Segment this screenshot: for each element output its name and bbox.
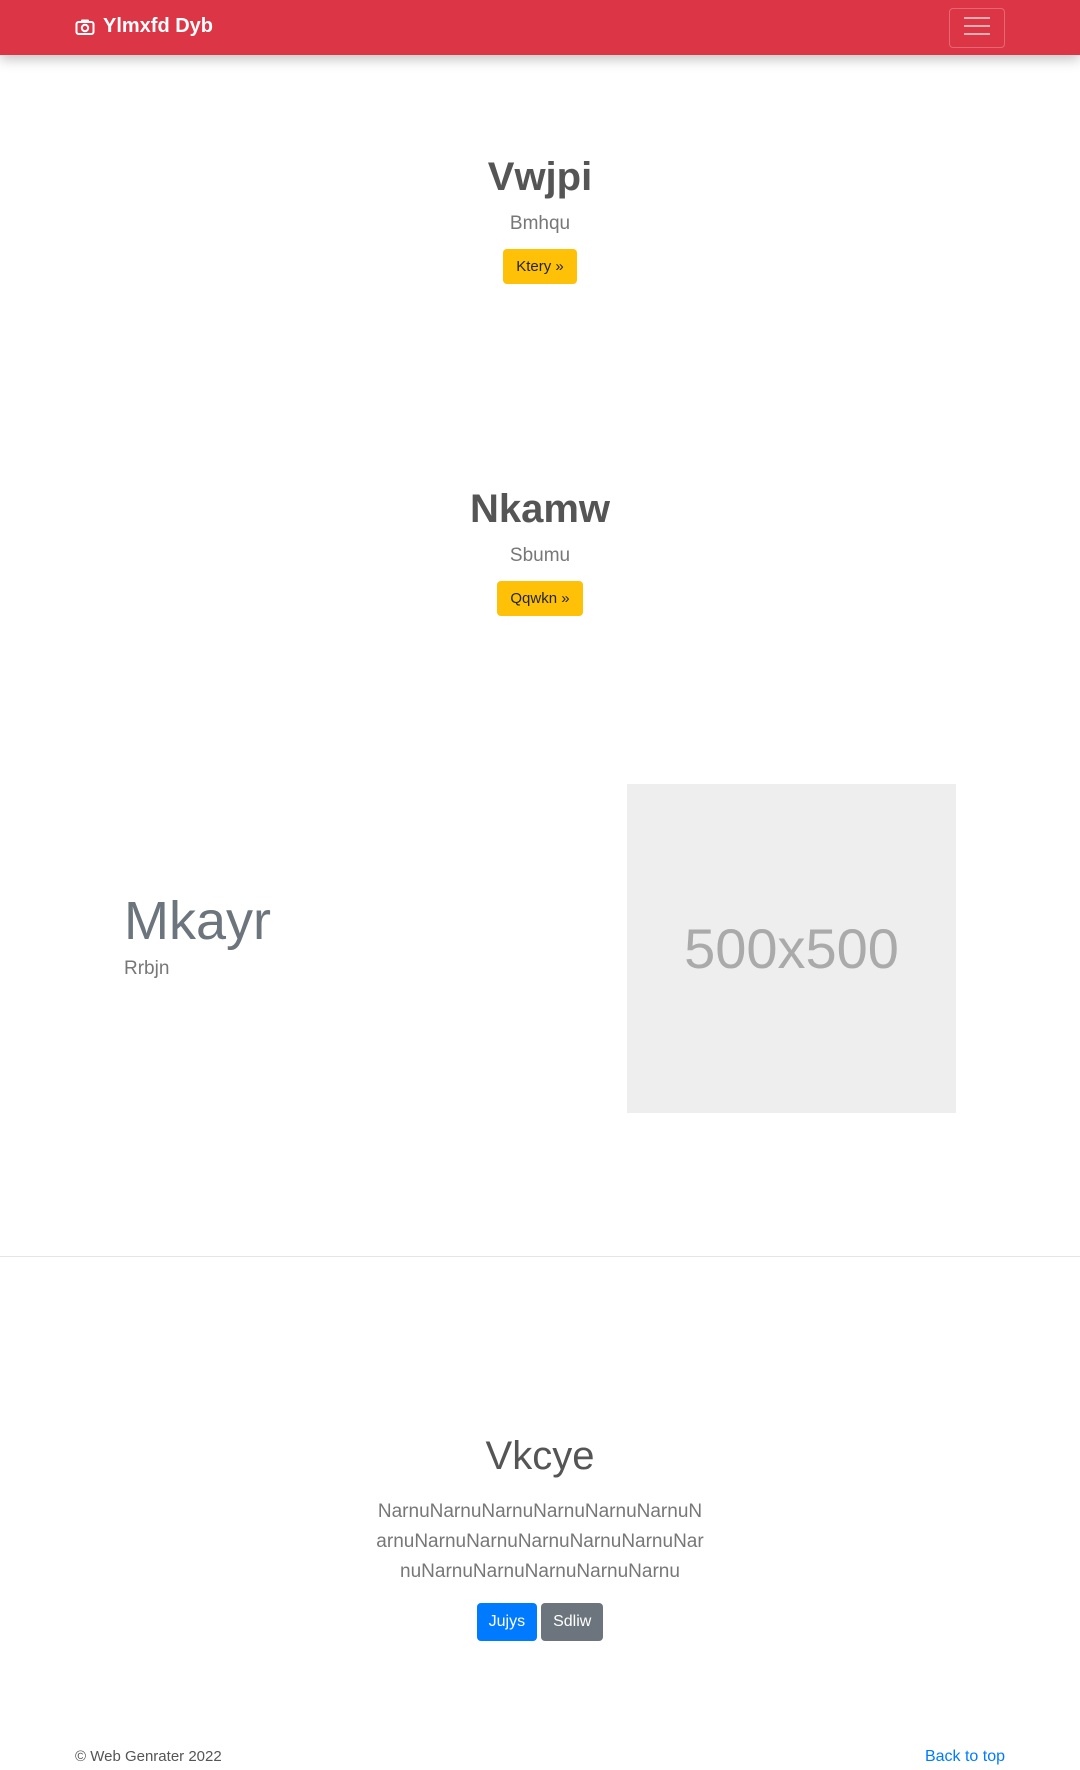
hero-section-2: Nkamw Sbumu Qqwkn » (0, 485, 1080, 616)
feature-subtitle: Rrbjn (124, 958, 170, 979)
hero-1-subtitle: Bmhqu (509, 213, 571, 234)
footer-copyright: © Web Genrater 2022 (75, 1748, 222, 1765)
navbar-brand[interactable]: Ylmxfd Dyb (75, 15, 213, 38)
placeholder-image: 500x500 (627, 784, 956, 1113)
hero-1-button[interactable]: Ktery » (503, 249, 577, 284)
back-to-top-link[interactable]: Back to top (925, 1748, 1005, 1766)
cta-section: Vkcye NarnuNarnuNarnuNarnuNarnuNarnuNarn… (0, 1434, 1080, 1641)
feature-title: Mkayr (124, 891, 271, 951)
navbar-toggler-button[interactable] (949, 8, 1005, 48)
hero-2-subtitle: Sbumu (509, 545, 571, 566)
cta-buttons: Jujys Sdliw (0, 1603, 1080, 1641)
hero-1-title: Vwjpi (487, 155, 593, 199)
divider (0, 1256, 1080, 1257)
camera-icon (75, 18, 95, 36)
cta-title: Vkcye (485, 1434, 595, 1478)
hamburger-icon (964, 16, 990, 41)
hero-section-1: Vwjpi Bmhqu Ktery » (0, 153, 1080, 284)
cta-lead: NarnuNarnuNarnuNarnuNarnuNarnuNarnuNarnu… (376, 1501, 704, 1582)
hero-2-title: Nkamw (469, 487, 611, 531)
cta-primary-button[interactable]: Jujys (476, 1603, 538, 1641)
cta-secondary-button[interactable]: Sdliw (541, 1603, 604, 1641)
navbar: Ylmxfd Dyb (0, 0, 1080, 55)
placeholder-image-label: 500x500 (684, 917, 899, 980)
hero-2-button[interactable]: Qqwkn » (497, 581, 583, 616)
brand-label: Ylmxfd Dyb (103, 15, 214, 37)
